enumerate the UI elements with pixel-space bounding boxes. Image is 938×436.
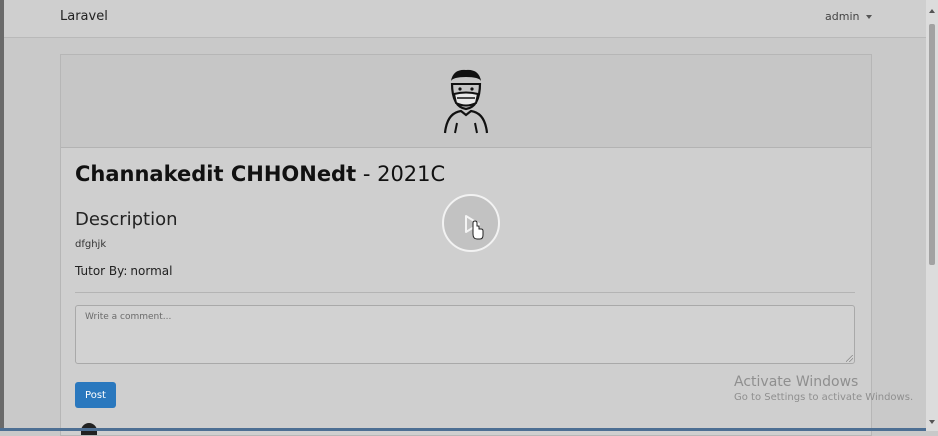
watermark-title: Activate Windows bbox=[734, 374, 859, 390]
caret-down-icon bbox=[866, 14, 873, 19]
video-play-button[interactable] bbox=[442, 194, 500, 252]
title-separator: - bbox=[356, 162, 378, 186]
course-title: Channakedit CHHONedt - 2021C bbox=[75, 162, 445, 186]
comment-placeholder: Write a comment... bbox=[85, 312, 172, 322]
comment-textarea[interactable]: Write a comment... bbox=[75, 305, 855, 364]
course-code: 2021C bbox=[377, 162, 446, 186]
tutor-label: Tutor By: bbox=[75, 264, 128, 278]
user-dropdown[interactable]: admin bbox=[825, 10, 873, 23]
post-button[interactable]: Post bbox=[75, 382, 116, 408]
scroll-down-icon[interactable] bbox=[929, 420, 935, 424]
resize-grip-icon[interactable] bbox=[846, 355, 853, 362]
vertical-scrollbar[interactable] bbox=[926, 0, 938, 431]
window-left-edge bbox=[0, 0, 4, 431]
activation-watermark: Activate Windows Go to Settings to activ… bbox=[734, 374, 913, 403]
description-text: dfghjk bbox=[75, 239, 107, 250]
top-navbar: Laravel admin bbox=[4, 0, 926, 38]
masked-person-avatar-icon bbox=[443, 69, 489, 134]
watermark-subtitle: Go to Settings to activate Windows. bbox=[734, 392, 914, 403]
brand-link[interactable]: Laravel bbox=[60, 9, 108, 24]
user-name: admin bbox=[825, 10, 860, 23]
description-heading: Description bbox=[75, 209, 178, 230]
scroll-up-icon[interactable] bbox=[929, 9, 935, 13]
course-name: Channakedit CHHONedt bbox=[75, 162, 357, 186]
tutor-name: normal bbox=[130, 264, 173, 278]
card-header bbox=[61, 55, 871, 148]
divider bbox=[75, 292, 855, 293]
scroll-thumb[interactable] bbox=[929, 24, 935, 265]
tutor-line: Tutor By: normal bbox=[75, 264, 172, 278]
